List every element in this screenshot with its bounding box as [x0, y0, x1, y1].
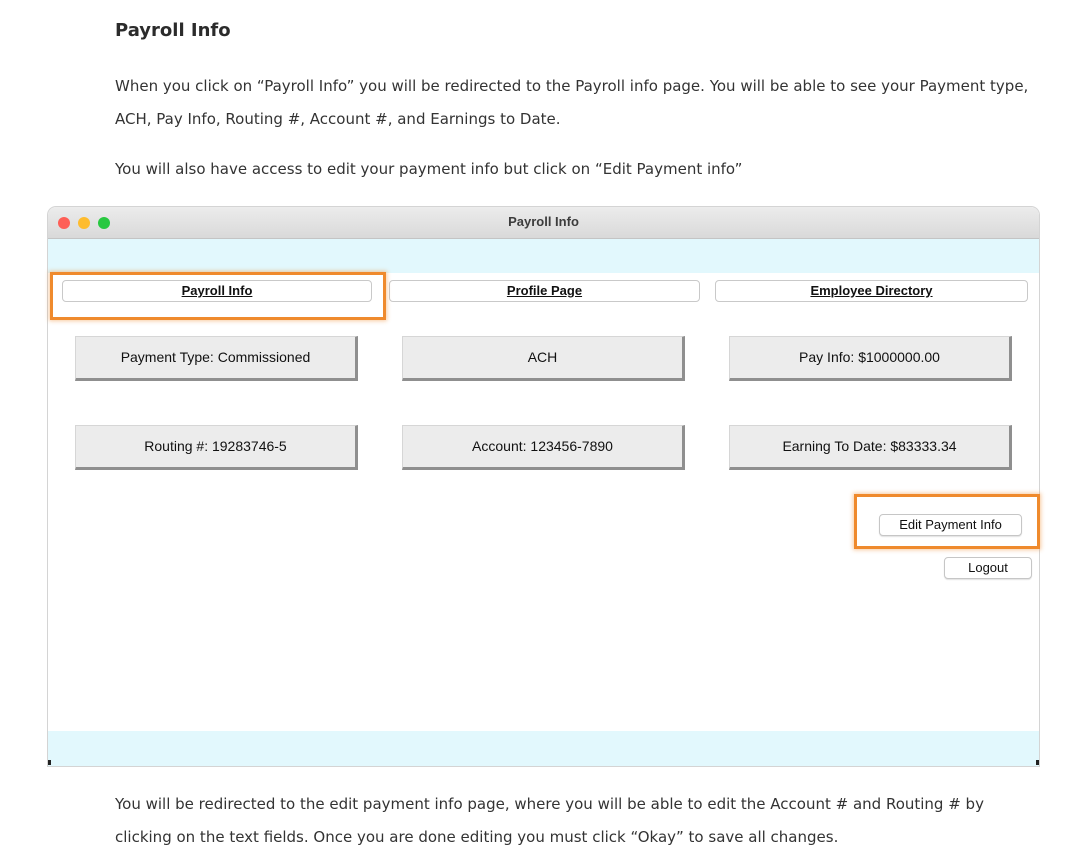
- ach-button[interactable]: ACH: [402, 336, 685, 381]
- top-band: [48, 239, 1039, 273]
- tab-payroll-info[interactable]: Payroll Info: [62, 280, 372, 302]
- window-corner-mark-right: [1036, 760, 1039, 765]
- pay-info-button[interactable]: Pay Info: $1000000.00: [729, 336, 1012, 381]
- routing-number-button[interactable]: Routing #: 19283746-5: [75, 425, 358, 470]
- account-number-button[interactable]: Account: 123456-7890: [402, 425, 685, 470]
- doc-paragraph-redirect: You will be redirected to the edit payme…: [115, 795, 984, 846]
- doc-heading: Payroll Info: [115, 20, 231, 41]
- tab-employee-directory[interactable]: Employee Directory: [715, 280, 1028, 302]
- doc-paragraph-edit-access: You will also have access to edit your p…: [115, 160, 743, 178]
- window-corner-mark-left: [48, 760, 51, 765]
- bottom-band: [48, 731, 1039, 766]
- payment-type-button[interactable]: Payment Type: Commissioned: [75, 336, 358, 381]
- doc-paragraph-intro: When you click on “Payroll Info” you wil…: [115, 77, 1029, 128]
- logout-button[interactable]: Logout: [944, 557, 1032, 579]
- tab-profile-page[interactable]: Profile Page: [389, 280, 700, 302]
- window-title: Payroll Info: [508, 214, 579, 229]
- payroll-window-screenshot: Payroll Info Payroll Info Profile Page E…: [48, 207, 1039, 766]
- window-titlebar: Payroll Info: [48, 207, 1039, 239]
- edit-payment-info-button[interactable]: Edit Payment Info: [879, 514, 1022, 536]
- earning-to-date-button[interactable]: Earning To Date: $83333.34: [729, 425, 1012, 470]
